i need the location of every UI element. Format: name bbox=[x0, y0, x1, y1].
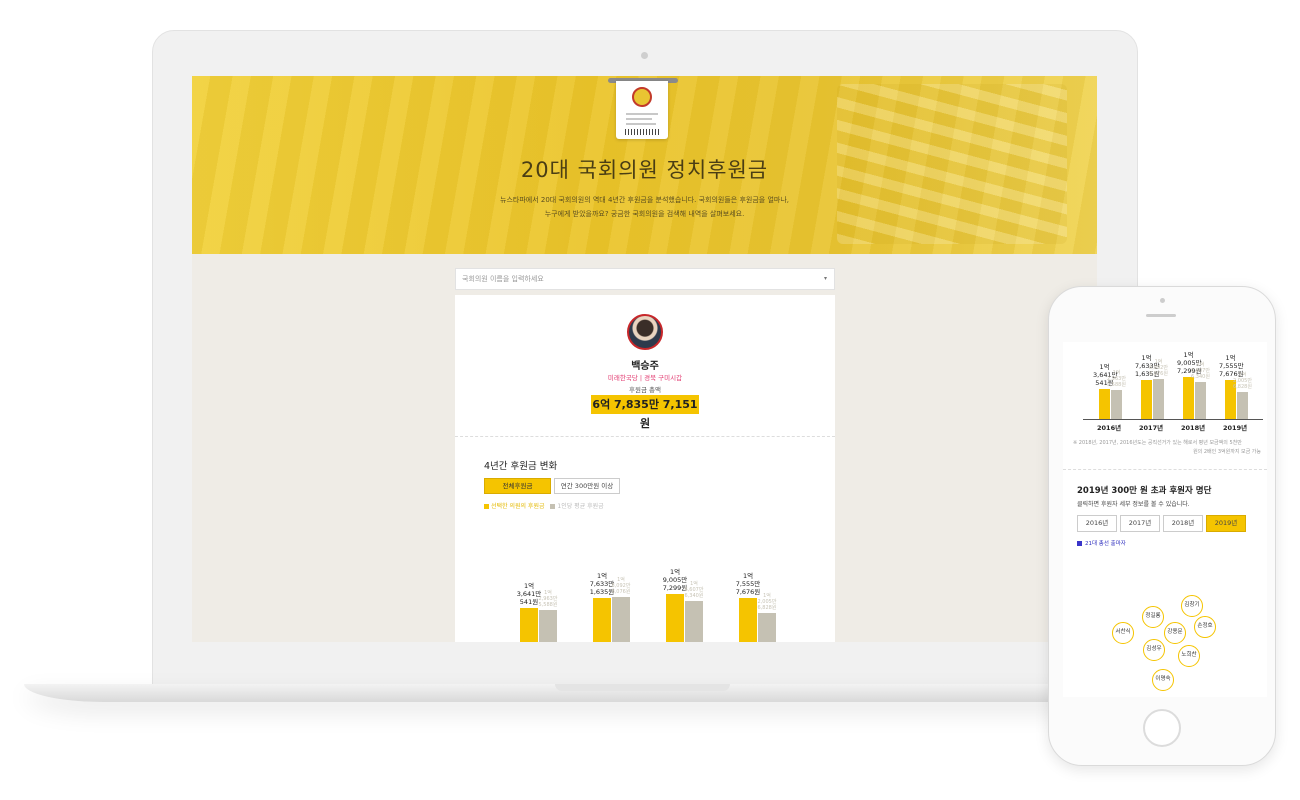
chevron-down-icon[interactable]: ▾ bbox=[824, 269, 827, 289]
receipt-icon bbox=[616, 81, 668, 139]
bar-selected-mp bbox=[1183, 377, 1194, 419]
bar-average bbox=[1153, 379, 1164, 419]
laptop-camera bbox=[641, 52, 648, 59]
legend-swatch bbox=[1077, 541, 1082, 546]
legend-selected-label: 선택한 의원의 후원금 bbox=[491, 503, 545, 510]
legend-average-label: 1인당 평균 후원금 bbox=[557, 503, 604, 510]
barcode-icon bbox=[625, 129, 659, 135]
hero-banner: 20대 국회의원 정치후원금 뉴스타파에서 20대 국회의원의 역대 4년간 후… bbox=[192, 76, 1097, 254]
candidate-legend-label: 21대 총선 출마자 bbox=[1085, 541, 1126, 547]
bar-selected-mp bbox=[1099, 389, 1110, 419]
data-label-average: 1억 2,963만 5,588원 bbox=[538, 590, 558, 608]
data-label-average: 1억 2,963만 5,588원 bbox=[1107, 370, 1126, 388]
tab-2019[interactable]: 2019년 bbox=[1206, 515, 1246, 532]
search-placeholder: 국회의원 이름을 입력하세요 bbox=[462, 275, 544, 283]
donor-bubble[interactable]: 강용문 bbox=[1164, 622, 1186, 644]
divider bbox=[1063, 469, 1267, 470]
legend-swatch bbox=[484, 504, 489, 509]
donor-bubble[interactable]: 김창기 bbox=[1181, 595, 1203, 617]
search-input[interactable]: 국회의원 이름을 입력하세요 ▾ bbox=[455, 268, 835, 290]
bar-average bbox=[612, 597, 630, 642]
bar-average bbox=[539, 610, 557, 642]
politician-card: 백승주 미래한국당 | 경북 구미시갑 후원금 총액 6억 7,835만 7,1… bbox=[455, 295, 835, 642]
total-donation-label: 후원금 총액 bbox=[629, 386, 661, 394]
bar-average bbox=[1111, 390, 1122, 419]
data-label-average: 1억 2,005만 6,828원 bbox=[1233, 372, 1252, 390]
donor-bubble[interactable]: 노희찬 bbox=[1178, 645, 1200, 667]
donor-bubble[interactable]: 정길룡 bbox=[1142, 606, 1164, 628]
chart-x-axis bbox=[1083, 419, 1263, 420]
phone-home-button bbox=[1143, 709, 1181, 747]
legend-swatch bbox=[550, 504, 556, 509]
receipt-line bbox=[626, 118, 652, 120]
data-label-average: 1억 8,092만 8,076원 bbox=[611, 577, 631, 595]
chart-x-tick: 2016년 bbox=[1097, 424, 1122, 432]
election-year-note: ※ 2018년, 2017년, 2016년도는 공직선거가 있는 해로서 평년 … bbox=[1073, 439, 1261, 457]
all-donations-button[interactable]: 전체후원금 bbox=[484, 478, 551, 494]
bar-selected-mp bbox=[520, 608, 538, 642]
donors-section-title: 2019년 300만 원 초과 후원자 명단 bbox=[1077, 486, 1212, 496]
donor-bubble[interactable]: 서찬식 bbox=[1112, 622, 1134, 644]
candidate-legend: 21대 총선 출마자 bbox=[1077, 539, 1126, 547]
receipt-line bbox=[626, 123, 656, 125]
bar-selected-mp bbox=[1141, 380, 1152, 419]
laptop-base-notch bbox=[555, 684, 730, 691]
bar-average bbox=[758, 613, 776, 642]
phone-camera bbox=[1160, 298, 1165, 303]
receipt-line bbox=[626, 113, 658, 115]
legend-average: 1인당 평균 후원금 bbox=[550, 503, 604, 510]
tab-2018[interactable]: 2018년 bbox=[1163, 515, 1203, 532]
donation-bar-chart: 1억 3,641만 541원 1억 2,963만 5,588원 1억 7,633만 … bbox=[493, 555, 809, 642]
donor-bubble[interactable]: 김성우 bbox=[1143, 639, 1165, 661]
phone-donation-bar-chart: 1억 3,641만 541원 1억 2,963만 5,588원 1억 7,633만 … bbox=[1083, 348, 1263, 420]
section-title: 4년간 후원금 변화 bbox=[484, 461, 558, 472]
bar-selected-mp bbox=[593, 598, 611, 642]
chart-legend: 선택한 의원의 후원금 1인당 평균 후원금 bbox=[484, 501, 604, 510]
bar-average bbox=[1195, 382, 1206, 419]
tab-2017[interactable]: 2017년 bbox=[1120, 515, 1160, 532]
page-title: 20대 국회의원 정치후원금 bbox=[520, 158, 769, 182]
national-assembly-seal-icon bbox=[632, 87, 652, 107]
note-line: ※ 2018년, 2017년, 2016년도는 공직선거가 있는 해로서 평년 … bbox=[1073, 440, 1242, 446]
chart-x-tick: 2018년 bbox=[1181, 424, 1206, 432]
avatar bbox=[627, 314, 663, 350]
page-description-line: 뉴스타파에서 20대 국회의원의 역대 4년간 후원금을 분석했습니다. 국회의… bbox=[500, 196, 789, 204]
over-3m-donations-button[interactable]: 연간 300만원 이상 bbox=[554, 478, 620, 494]
data-label-average: 1억 8,092만 8,076원 bbox=[1149, 359, 1168, 377]
chart-x-tick: 2019년 bbox=[1223, 424, 1248, 432]
divider bbox=[455, 436, 835, 437]
bar-average bbox=[1237, 392, 1248, 419]
tab-2016[interactable]: 2016년 bbox=[1077, 515, 1117, 532]
legend-selected: 선택한 의원의 후원금 bbox=[484, 503, 545, 510]
donor-bubble[interactable]: 손정호 bbox=[1194, 616, 1216, 638]
note-line: 원의 2배인 3억원까지 모금 가능 bbox=[1193, 449, 1261, 455]
data-label-average: 1억 2,005만 6,828원 bbox=[757, 593, 777, 611]
phone-speaker bbox=[1146, 314, 1176, 317]
phone-screen: 1억 3,641만 541원 1억 2,963만 5,588원 1억 7,633만 … bbox=[1063, 342, 1267, 697]
bar-average bbox=[685, 601, 703, 642]
politician-name: 백승주 bbox=[631, 361, 659, 372]
bar-selected-mp bbox=[666, 594, 684, 642]
data-label-average: 1억 6,607만 6,340원 bbox=[684, 581, 704, 599]
donor-bubble[interactable]: 이명숙 bbox=[1152, 669, 1174, 691]
laptop-screen: 20대 국회의원 정치후원금 뉴스타파에서 20대 국회의원의 역대 4년간 후… bbox=[192, 76, 1097, 642]
total-donation-value: 6억 7,835만 7,151원 bbox=[591, 395, 699, 430]
chart-x-tick: 2017년 bbox=[1139, 424, 1164, 432]
page-description-line: 누구에게 받았을까요? 궁금한 국회의원을 검색해 내역을 살펴보세요. bbox=[544, 210, 745, 218]
donors-section-subtitle: 클릭하면 후원자 세부 정보를 볼 수 있습니다. bbox=[1077, 501, 1190, 508]
page-description: 뉴스타파에서 20대 국회의원의 역대 4년간 후원금을 분석했습니다. 국회의… bbox=[192, 193, 1097, 221]
politician-party: 미래한국당 | 경북 구미시갑 bbox=[607, 374, 683, 382]
data-label-average: 1억 6,607만 6,340원 bbox=[1191, 362, 1210, 380]
